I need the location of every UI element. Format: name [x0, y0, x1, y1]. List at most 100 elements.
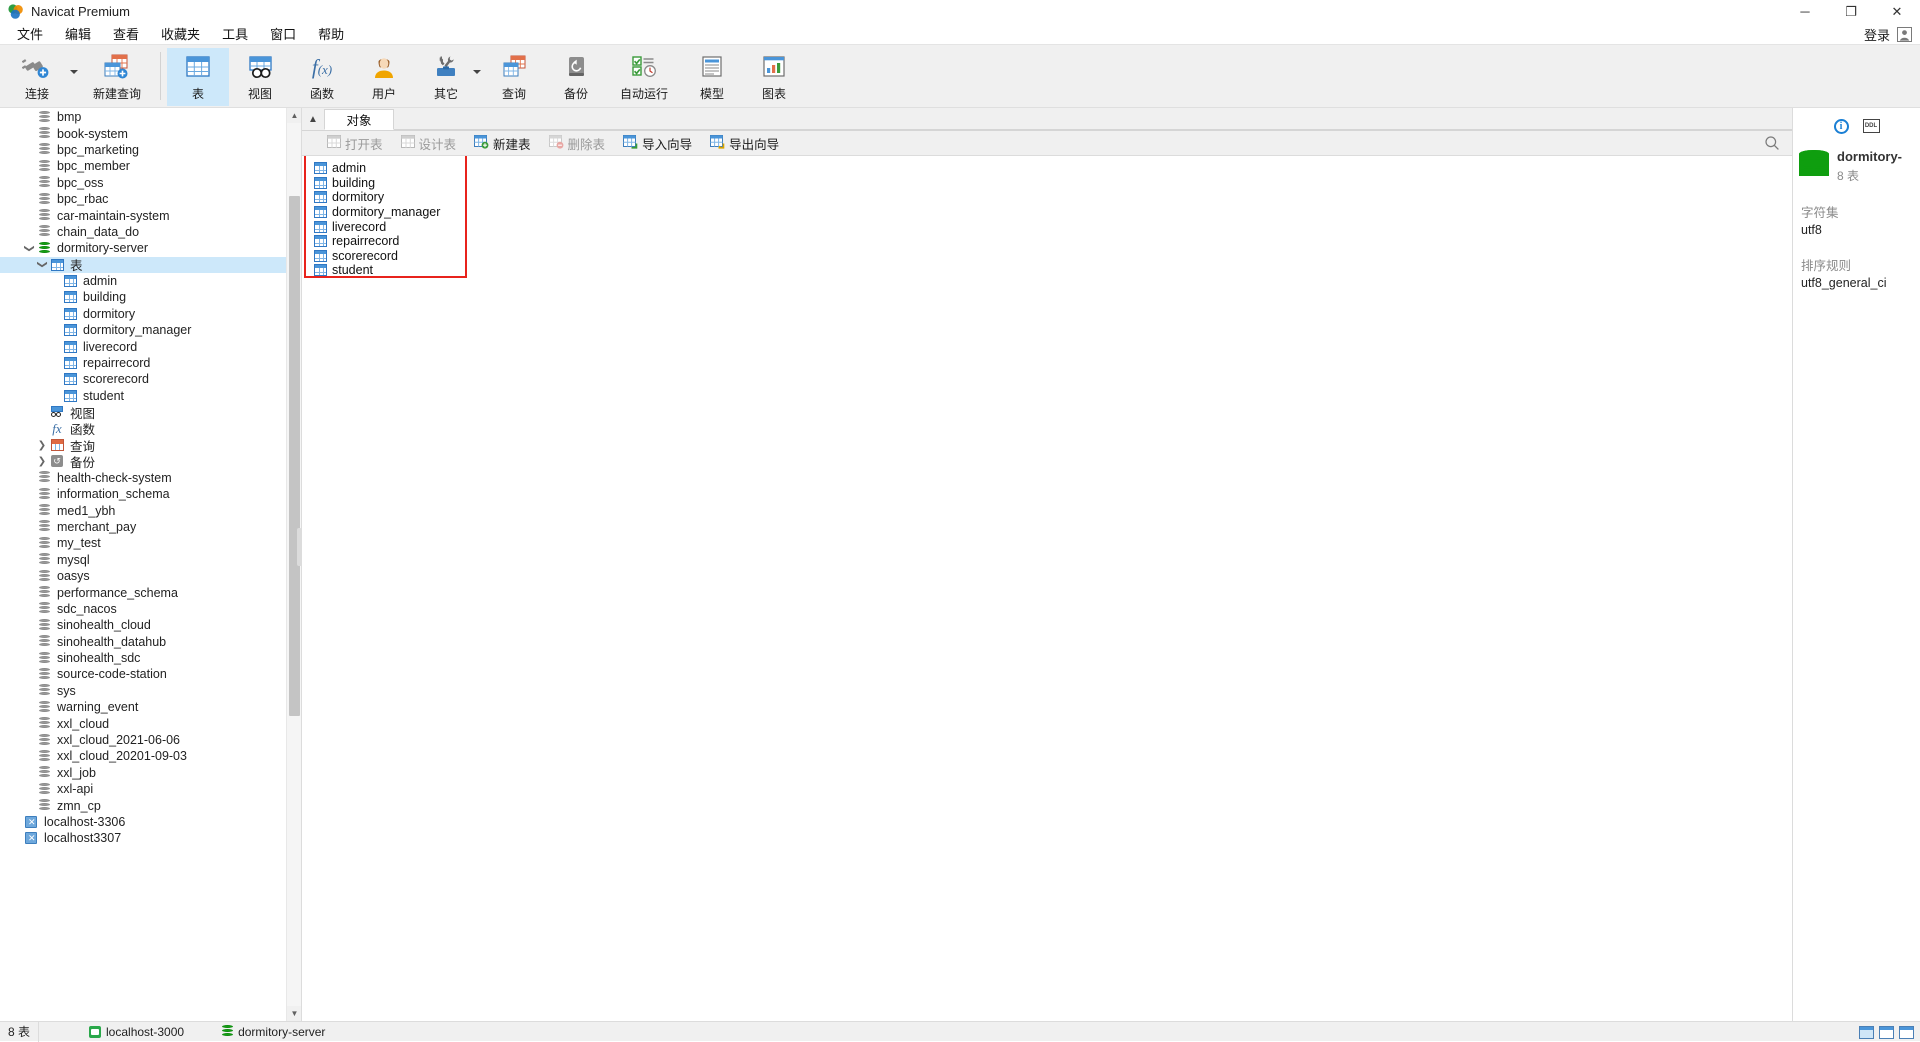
tree-node[interactable]: ❯ dormitory-server	[0, 240, 301, 256]
detail-view-icon[interactable]	[1899, 1025, 1914, 1039]
tree-node[interactable]: ❯book-system	[0, 125, 301, 141]
table-list-item[interactable]: building	[314, 176, 440, 191]
maximize-button[interactable]: ❐	[1828, 0, 1874, 23]
chevron-up-icon[interactable]: ▲	[302, 108, 324, 130]
ribbon-view[interactable]: 视图	[229, 48, 291, 106]
tree-node[interactable]: ❯chain_data_do	[0, 224, 301, 240]
tree-node[interactable]: ❯zmn_cp	[0, 797, 301, 813]
tree-node[interactable]: ❯xxl_cloud_2021-06-06	[0, 732, 301, 748]
tree-node[interactable]: ❯dormitory	[0, 306, 301, 322]
tree-node[interactable]: ❯scorerecord	[0, 371, 301, 387]
tree-node[interactable]: ❯merchant_pay	[0, 519, 301, 535]
form-view-icon[interactable]	[1879, 1025, 1894, 1039]
chevron-right-icon[interactable]: ❯	[35, 440, 49, 451]
tree-node[interactable]: ❯building	[0, 289, 301, 305]
menu-help[interactable]: 帮助	[307, 22, 355, 45]
tree-node[interactable]: ❯liverecord	[0, 338, 301, 354]
table-list-item[interactable]: repairrecord	[314, 234, 440, 249]
tree-node[interactable]: ❯fx函数	[0, 420, 301, 438]
ribbon-chart[interactable]: 图表	[743, 48, 805, 106]
tree-node[interactable]: ❯information_schema	[0, 486, 301, 502]
ribbon-user[interactable]: 用户	[353, 48, 415, 106]
table-list[interactable]: admin building dormitory dormitory_manager l…	[314, 161, 440, 278]
tree-node[interactable]: ❯my_test	[0, 535, 301, 551]
tree-node[interactable]: ❯sdc_nacos	[0, 601, 301, 617]
tree-node[interactable]: ❯ 表	[0, 256, 301, 273]
ribbon-backup[interactable]: 备份	[545, 48, 607, 106]
avatar-icon[interactable]	[1897, 26, 1912, 42]
table-list-item[interactable]: admin	[314, 161, 440, 176]
ribbon-connection[interactable]: 连接	[0, 48, 74, 106]
tree-node[interactable]: ❯xxl_cloud	[0, 715, 301, 731]
database-tree-sidebar[interactable]: ❯bmp❯book-system❯bpc_marketing❯bpc_membe…	[0, 108, 302, 1021]
ribbon-model[interactable]: 模型	[681, 48, 743, 106]
chevron-down-icon[interactable]: ❯	[37, 258, 48, 272]
scroll-up-arrow-icon[interactable]: ▲	[287, 108, 301, 123]
tree-node[interactable]: ❯source-code-station	[0, 666, 301, 682]
tree-node[interactable]: ❯xxl_job	[0, 765, 301, 781]
tree-node[interactable]: ❯bpc_rbac	[0, 191, 301, 207]
menu-view[interactable]: 查看	[102, 22, 150, 45]
import-wizard-button[interactable]: 导入向导	[620, 132, 695, 155]
tree-node[interactable]: ❯bpc_oss	[0, 175, 301, 191]
ribbon-function[interactable]: f(x) 函数	[291, 48, 353, 106]
menu-favorites[interactable]: 收藏夹	[150, 22, 211, 45]
ddl-tab-icon[interactable]: DDL	[1862, 119, 1880, 133]
info-tab-icon[interactable]: i	[1833, 118, 1849, 134]
grid-view-icon[interactable]	[1859, 1025, 1874, 1039]
tree-node[interactable]: ❯sinohealth_datahub	[0, 634, 301, 650]
login-label[interactable]: 登录	[1864, 25, 1890, 44]
export-wizard-button[interactable]: 导出向导	[707, 132, 782, 155]
tree-node[interactable]: ❯mysql	[0, 552, 301, 568]
minimize-button[interactable]: ─	[1782, 0, 1828, 23]
tree-node[interactable]: ❯bpc_marketing	[0, 142, 301, 158]
tree-node[interactable]: ❯performance_schema	[0, 584, 301, 600]
tree-node[interactable]: ❯sys	[0, 683, 301, 699]
tree-node[interactable]: ❯dormitory_manager	[0, 322, 301, 338]
tree-node[interactable]: ❯sinohealth_sdc	[0, 650, 301, 666]
table-list-item[interactable]: student	[314, 263, 440, 278]
tree-node[interactable]: ❯ ↺ 备份	[0, 453, 301, 470]
ribbon-query[interactable]: 查询	[483, 48, 545, 106]
tab-objects[interactable]: 对象	[324, 109, 394, 130]
menu-window[interactable]: 窗口	[259, 22, 307, 45]
tree-node[interactable]: ❯health-check-system	[0, 470, 301, 486]
tree-node[interactable]: ❯bpc_member	[0, 158, 301, 174]
tree-node[interactable]: ❯oasys	[0, 568, 301, 584]
tree-node[interactable]: ❯med1_ybh	[0, 502, 301, 518]
tree-node[interactable]: ❯student	[0, 388, 301, 404]
tree-node[interactable]: ❯ 查询	[0, 437, 301, 454]
table-list-item[interactable]: dormitory	[314, 190, 440, 205]
tree-node[interactable]: ❯sinohealth_cloud	[0, 617, 301, 633]
menu-file[interactable]: 文件	[6, 22, 54, 45]
chevron-right-icon[interactable]: ❯	[35, 456, 49, 467]
tree-node[interactable]: ❯warning_event	[0, 699, 301, 715]
table-list-item[interactable]: dormitory_manager	[314, 205, 440, 220]
login-area[interactable]: 登录	[1864, 23, 1912, 45]
table-list-item[interactable]: liverecord	[314, 219, 440, 234]
tree-node[interactable]: ❯car-maintain-system	[0, 207, 301, 223]
tree-node[interactable]: ❯视图	[0, 404, 301, 421]
tree-node[interactable]: ❯✕localhost3307	[0, 830, 301, 846]
close-button[interactable]: ✕	[1874, 0, 1920, 23]
tree-node[interactable]: ❯xxl-api	[0, 781, 301, 797]
ribbon-new-query[interactable]: 新建查询	[80, 48, 154, 106]
chevron-down-icon[interactable]: ❯	[24, 241, 35, 255]
tree-node[interactable]: ❯xxl_cloud_20201-09-03	[0, 748, 301, 764]
tree-node[interactable]: ❯repairrecord	[0, 355, 301, 371]
table-list-area[interactable]: admin building dormitory dormitory_manager l…	[302, 156, 1792, 1021]
new-table-button[interactable]: 新建表	[471, 132, 534, 155]
tree-node[interactable]: ❯admin	[0, 273, 301, 289]
database-tree[interactable]: ❯bmp❯book-system❯bpc_marketing❯bpc_membe…	[0, 109, 301, 847]
scroll-down-arrow-icon[interactable]: ▼	[287, 1006, 301, 1021]
menu-edit[interactable]: 编辑	[54, 22, 102, 45]
ribbon-table[interactable]: 表	[167, 48, 229, 106]
ribbon-other[interactable]: 其它	[415, 48, 477, 106]
tree-node[interactable]: ❯bmp	[0, 109, 301, 125]
tree-node[interactable]: ❯✕localhost-3306	[0, 814, 301, 830]
ribbon-automation[interactable]: 自动运行	[607, 48, 681, 106]
scrollbar-thumb[interactable]	[289, 196, 300, 716]
menu-tools[interactable]: 工具	[211, 22, 259, 45]
table-list-item[interactable]: scorerecord	[314, 249, 440, 264]
search-icon[interactable]	[1764, 135, 1780, 151]
